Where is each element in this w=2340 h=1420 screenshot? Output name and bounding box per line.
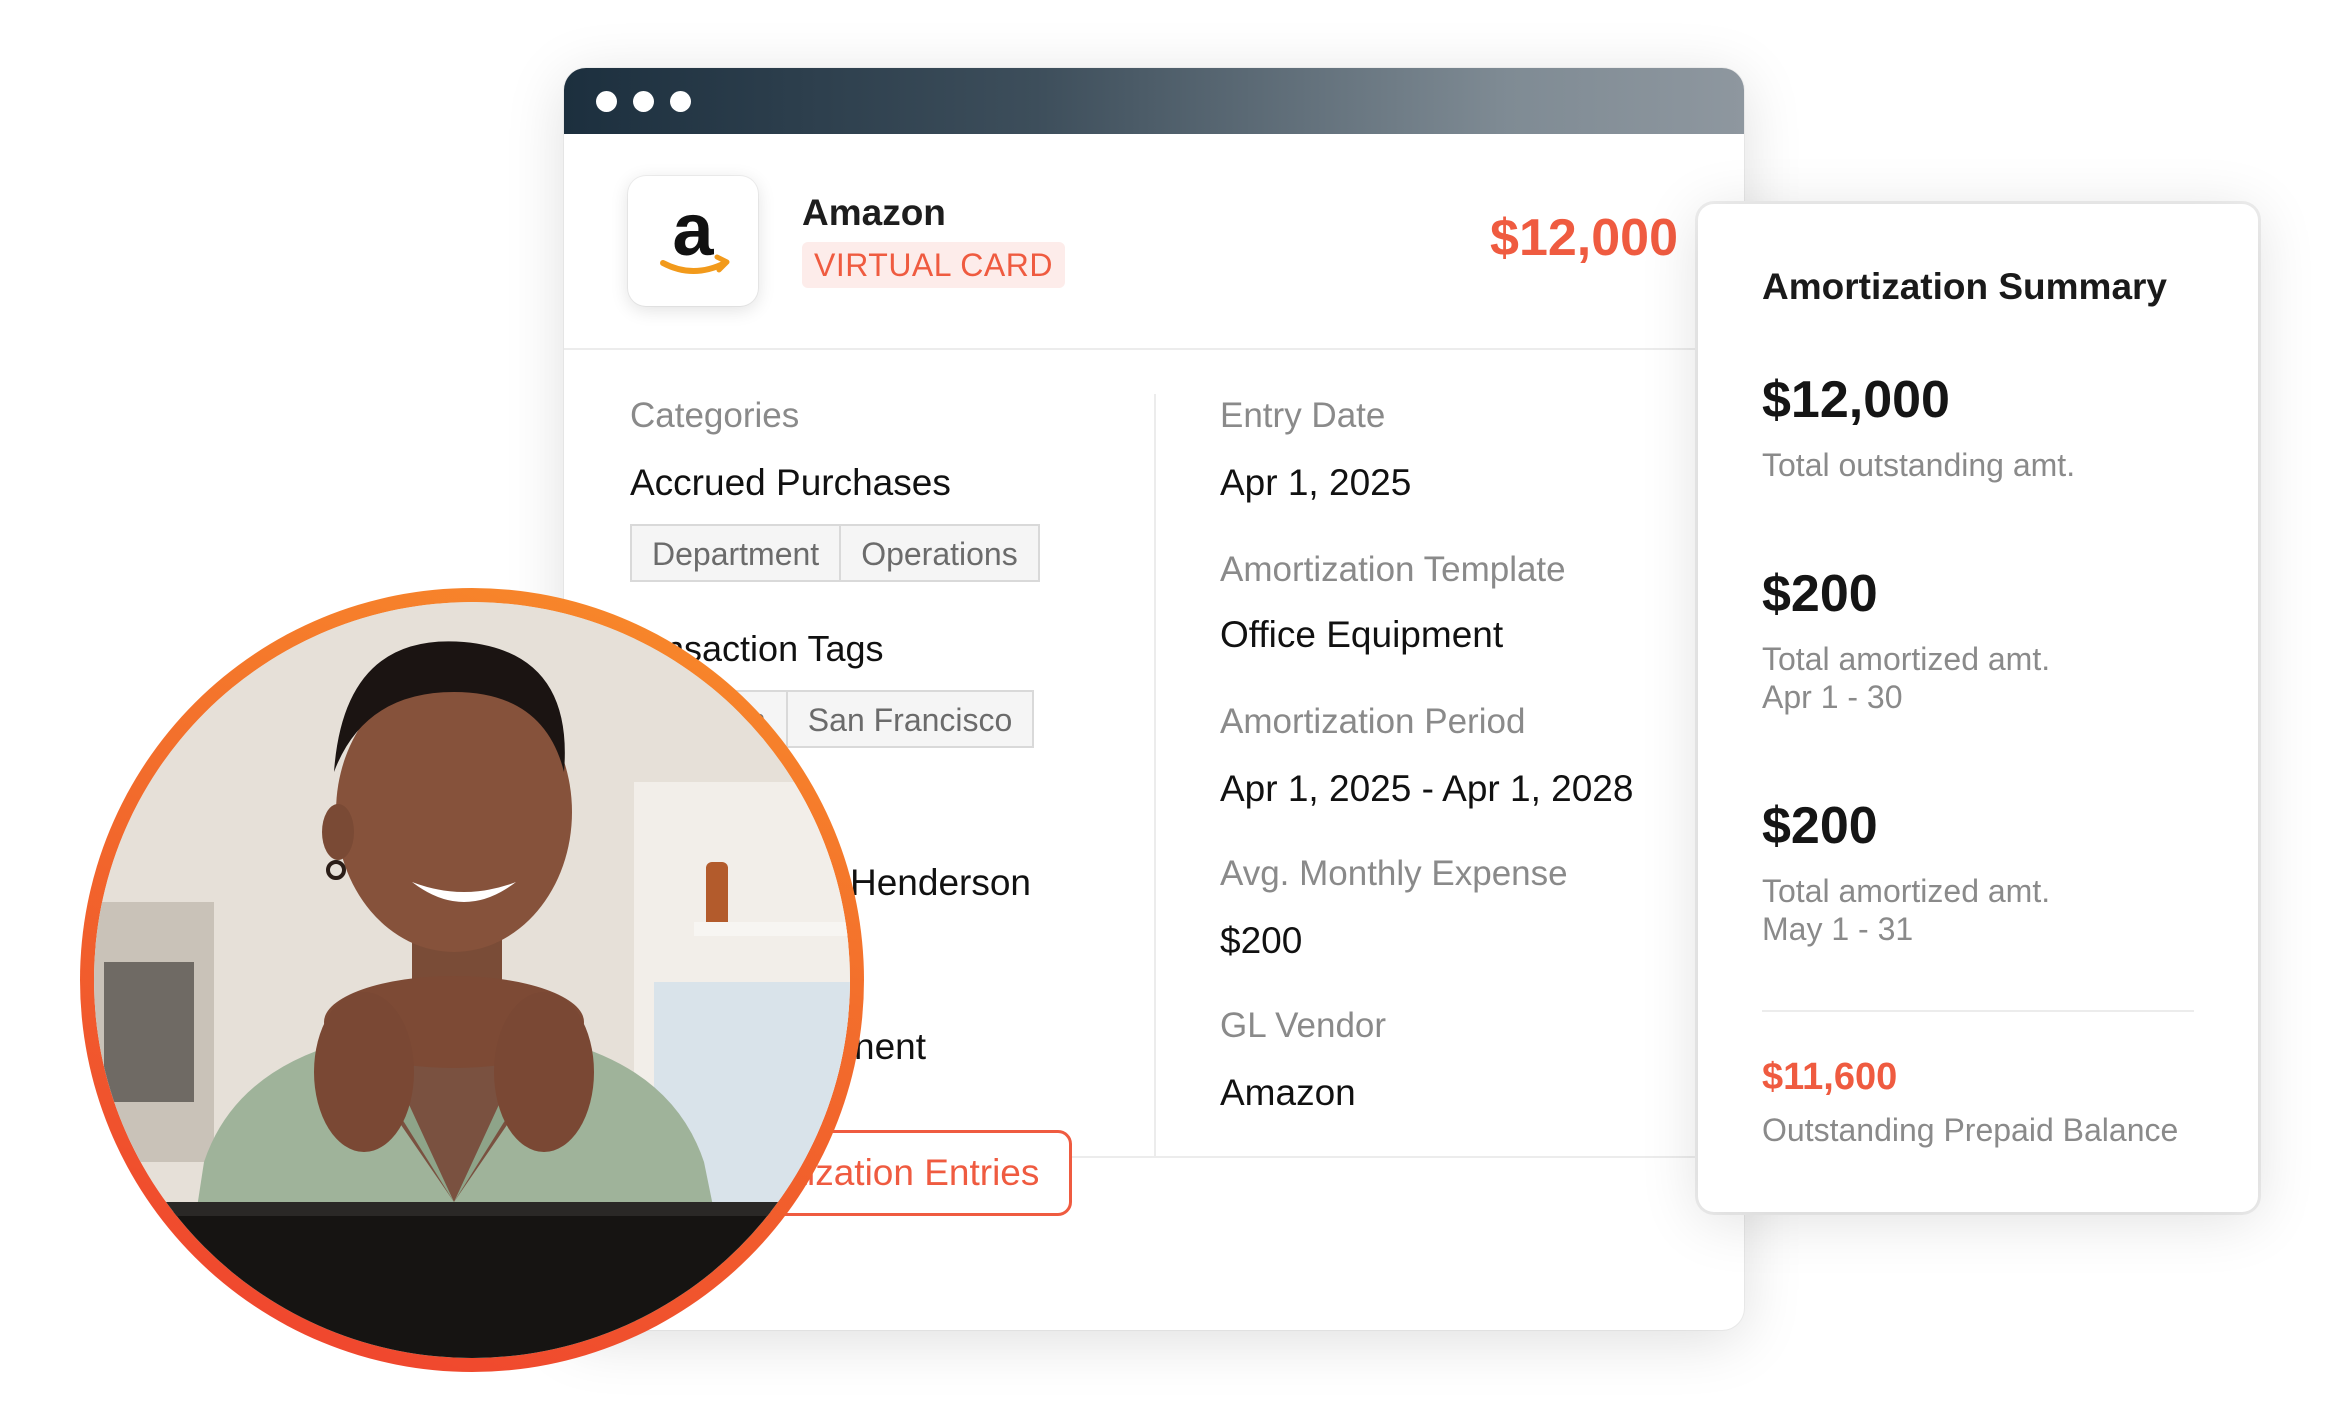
transaction-amount: $12,000	[1490, 209, 1678, 267]
amortization-period-label: Amortization Period	[1220, 702, 1526, 741]
logo-letter: a	[672, 193, 714, 271]
amortization-template-value: Office Equipment	[1220, 614, 1504, 655]
total-outstanding-amount: $12,000	[1762, 371, 1950, 429]
period-1-label: Total amortized amt.	[1762, 641, 2051, 677]
window-dot-icon[interactable]	[670, 90, 691, 112]
virtual-card-badge: VIRTUAL CARD	[802, 242, 1065, 288]
outstanding-balance-amount: $11,600	[1762, 1056, 1898, 1098]
categories-value: Accrued Purchases	[630, 462, 951, 503]
column-divider	[1154, 394, 1156, 1158]
entry-date-value: Apr 1, 2025	[1220, 462, 1412, 503]
summary-divider	[1762, 1010, 2194, 1012]
chip-san-francisco[interactable]: San Francisco	[787, 690, 1035, 748]
period-1-range: Apr 1 - 30	[1762, 679, 1903, 715]
merchant-header: a Amazon VIRTUAL CARD $12,000	[564, 134, 1744, 350]
partial-department-value: nent	[854, 1026, 927, 1067]
amortization-template-label: Amortization Template	[1220, 550, 1566, 589]
amortization-period-value: Apr 1, 2025 - Apr 1, 2028	[1220, 768, 1634, 809]
entry-date-label: Entry Date	[1220, 396, 1386, 435]
gl-vendor-label: GL Vendor	[1220, 1006, 1387, 1045]
merchant-name: Amazon	[802, 192, 946, 233]
summary-title: Amortization Summary	[1762, 266, 2168, 307]
amortization-summary-card: Amortization Summary $12,000 Total outst…	[1698, 204, 2258, 1212]
window-dot-icon[interactable]	[633, 90, 654, 112]
person-illustration	[94, 602, 850, 1358]
gl-vendor-value: Amazon	[1220, 1072, 1356, 1113]
chip-department[interactable]: Department	[630, 524, 842, 582]
amazon-logo-icon: a	[628, 176, 758, 306]
avg-monthly-expense-label: Avg. Monthly Expense	[1220, 854, 1568, 893]
period-2-amount: $200	[1762, 797, 1878, 855]
categories-label: Categories	[630, 396, 800, 435]
category-chips: Department Operations	[630, 524, 1040, 582]
total-outstanding-label: Total outstanding amt.	[1762, 447, 2076, 483]
partial-name-value: Henderson	[850, 862, 1032, 903]
profile-photo	[94, 602, 850, 1358]
window-dot-icon[interactable]	[596, 90, 617, 112]
period-2-label: Total amortized amt.	[1762, 873, 2051, 909]
outstanding-balance-label: Outstanding Prepaid Balance	[1762, 1112, 2179, 1148]
period-2-range: May 1 - 31	[1762, 911, 1914, 947]
chip-operations[interactable]: Operations	[841, 524, 1040, 582]
profile-photo-ring	[80, 588, 864, 1372]
window-titlebar	[564, 68, 1744, 134]
avg-monthly-expense-value: $200	[1220, 920, 1303, 961]
period-1-amount: $200	[1762, 565, 1878, 623]
